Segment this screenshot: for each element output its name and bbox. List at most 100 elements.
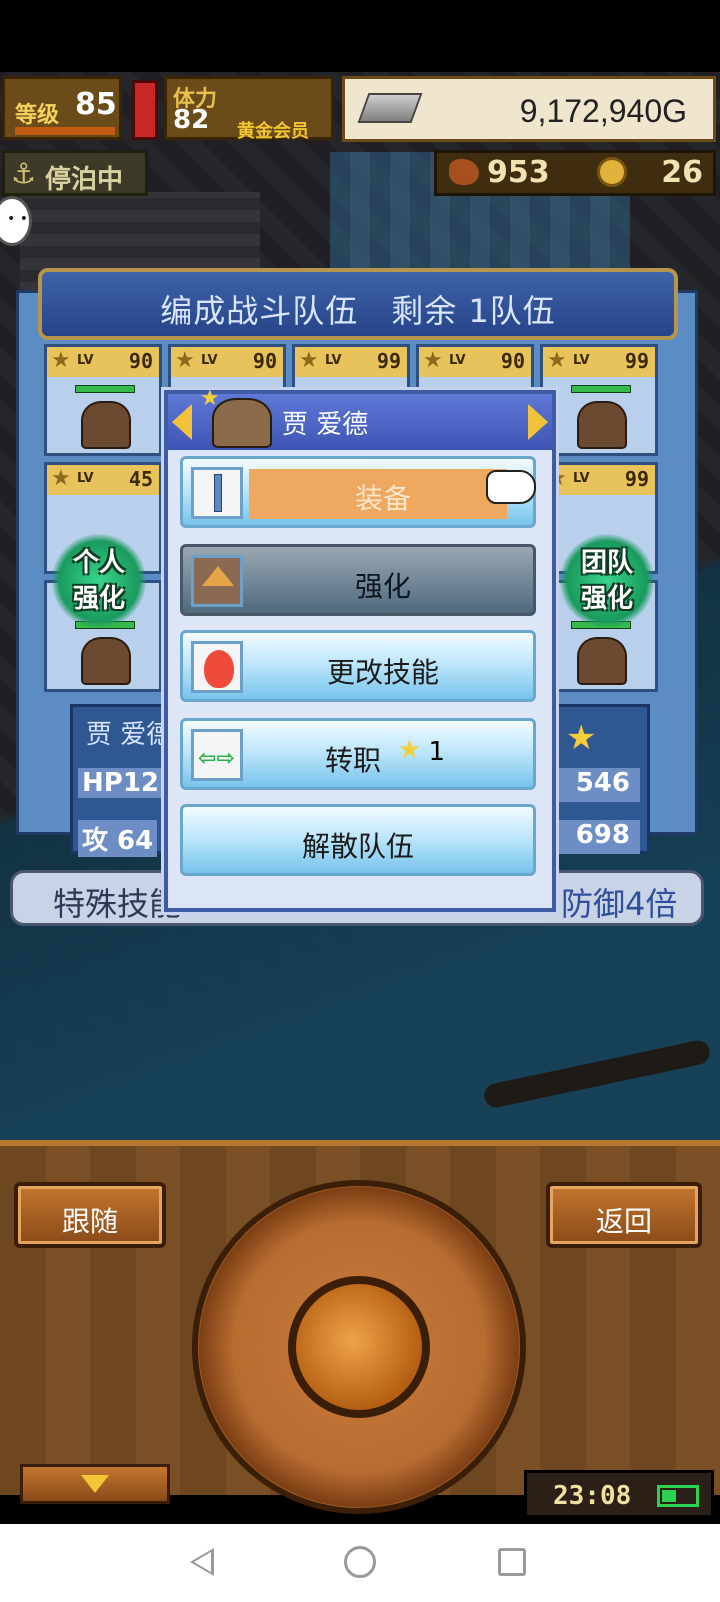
card-level: 45 xyxy=(128,467,153,491)
character-sprite xyxy=(81,401,131,449)
lv-label: LV xyxy=(325,353,342,368)
card-level: 99 xyxy=(624,349,649,373)
star-icon: ★ xyxy=(200,386,220,411)
team-boost-button[interactable]: 团队 强化 xyxy=(560,534,654,628)
level-bar: ★ LV 99 xyxy=(543,347,655,377)
status-bar xyxy=(0,0,720,72)
swap-arrows-icon: ⇦⇨ xyxy=(191,729,243,781)
level-bar: ★ LV 45 xyxy=(47,465,159,495)
star-icon: ★ xyxy=(51,466,71,491)
follow-label: 跟随 xyxy=(61,1205,118,1238)
coin-icon xyxy=(597,157,627,187)
popup-character-name: 贾 爱德 xyxy=(282,410,369,440)
info-attack: 攻 64 xyxy=(78,820,158,857)
info-name: 贾 爱德 xyxy=(86,720,173,750)
special-skill-value: 防御4倍 xyxy=(561,885,678,923)
card-level: 90 xyxy=(252,349,277,373)
membership-label: 黄金会员 xyxy=(237,121,309,142)
lv-label: LV xyxy=(201,353,218,368)
back-icon[interactable] xyxy=(190,1548,214,1576)
level-label: 等级 xyxy=(15,103,60,128)
gold-panel: 9,172,940G xyxy=(342,76,716,142)
solo-boost-line1: 个人 xyxy=(72,548,125,578)
up-arrow-icon xyxy=(191,555,243,607)
next-character-arrow-icon[interactable] xyxy=(528,404,548,440)
solo-boost-button[interactable]: 个人 强化 xyxy=(52,534,146,628)
level-bar: ★ LV 90 xyxy=(419,347,531,377)
lv-label: LV xyxy=(573,471,590,486)
team-boost-line1: 团队 xyxy=(580,548,633,578)
star-icon: ★ xyxy=(51,348,71,373)
card-level: 99 xyxy=(376,349,401,373)
special-skill-label: 特殊技能 xyxy=(53,885,182,923)
star-icon: ★ xyxy=(566,718,597,758)
expand-menu-button[interactable] xyxy=(20,1464,170,1504)
level-panel: 等级 85 xyxy=(2,76,122,140)
lv-label: LV xyxy=(449,353,466,368)
sword-icon xyxy=(191,467,243,519)
equip-label: 装备 xyxy=(354,482,411,515)
food-value: 953 xyxy=(487,155,550,190)
upgrade-button[interactable]: 强化 xyxy=(180,544,536,616)
experience-bar xyxy=(15,127,115,135)
follow-button[interactable]: 跟随 xyxy=(14,1182,166,1248)
lv-label: LV xyxy=(77,353,94,368)
star-icon: ★ xyxy=(299,348,319,373)
hp-bar xyxy=(75,385,135,393)
gold-bar-icon xyxy=(357,93,423,123)
lv-label: LV xyxy=(77,471,94,486)
directional-pad-center-button[interactable] xyxy=(288,1276,430,1418)
level-bar: ★ LV 90 xyxy=(171,347,283,377)
flame-icon xyxy=(191,641,243,693)
return-button[interactable]: 返回 xyxy=(546,1182,702,1248)
stamina-value: 82 xyxy=(173,105,210,135)
card-level: 90 xyxy=(128,349,153,373)
change-skill-label: 更改技能 xyxy=(326,656,439,689)
character-card[interactable]: ★ LV 99 xyxy=(540,344,658,456)
coin-value: 26 xyxy=(661,155,703,190)
character-sprite xyxy=(577,401,627,449)
popup-header: ★ 贾 爱德 xyxy=(168,386,552,450)
previous-character-arrow-icon[interactable] xyxy=(172,404,192,440)
return-label: 返回 xyxy=(595,1205,652,1238)
stamina-gauge xyxy=(132,80,158,140)
lv-label: LV xyxy=(573,353,590,368)
gold-value: 9,172,940G xyxy=(519,93,687,129)
food-icon xyxy=(449,159,479,185)
info-hp: HP12 xyxy=(78,768,163,798)
star-icon: ★ xyxy=(423,348,443,373)
star-icon: ★ xyxy=(547,348,567,373)
stamina-panel: 体力 82 黄金会员 xyxy=(164,76,334,142)
disband-label: 解散队伍 xyxy=(301,830,414,863)
character-avatar xyxy=(212,398,272,448)
docked-status: ⚓ 停泊中 xyxy=(2,150,148,196)
team-header: 编成战斗队伍 剩余 1队伍 xyxy=(38,268,678,340)
clock-panel: 23:08 xyxy=(524,1470,714,1518)
change-skill-button[interactable]: 更改技能 xyxy=(180,630,536,702)
equip-button[interactable]: 装备 xyxy=(180,456,536,528)
level-bar: ★ LV 90 xyxy=(47,347,159,377)
pointing-hand-icon xyxy=(486,470,536,504)
hp-bar xyxy=(571,385,631,393)
card-level: 90 xyxy=(500,349,525,373)
level-value: 85 xyxy=(75,87,117,122)
team-title: 编成战斗队伍 剩余 1队伍 xyxy=(160,292,556,330)
character-action-popup: ★ 贾 爱德 装备 强化 更改技能 ⇦⇨ 转职 ★ 1 解散队伍 xyxy=(164,386,556,912)
star-icon: ★ xyxy=(397,735,421,765)
recent-apps-icon[interactable] xyxy=(498,1548,526,1576)
resource-panel: 953 26 xyxy=(434,150,716,196)
docked-label: 停泊中 xyxy=(45,165,124,195)
info-hp-right: 546 xyxy=(556,768,640,802)
upgrade-label: 强化 xyxy=(354,570,411,603)
home-icon[interactable] xyxy=(344,1546,376,1578)
clock: 23:08 xyxy=(553,1481,632,1511)
anchor-icon: ⚓ xyxy=(11,157,37,190)
character-card[interactable]: ★ LV 90 xyxy=(44,344,162,456)
level-bar: ★ LV 99 xyxy=(543,465,655,495)
disband-team-button[interactable]: 解散队伍 xyxy=(180,804,536,876)
change-class-cost: 1 xyxy=(428,737,445,767)
team-boost-line2: 强化 xyxy=(580,584,633,614)
solo-boost-line2: 强化 xyxy=(72,584,125,614)
info-attack-right: 698 xyxy=(556,820,640,854)
change-class-button[interactable]: ⇦⇨ 转职 ★ 1 xyxy=(180,718,536,790)
